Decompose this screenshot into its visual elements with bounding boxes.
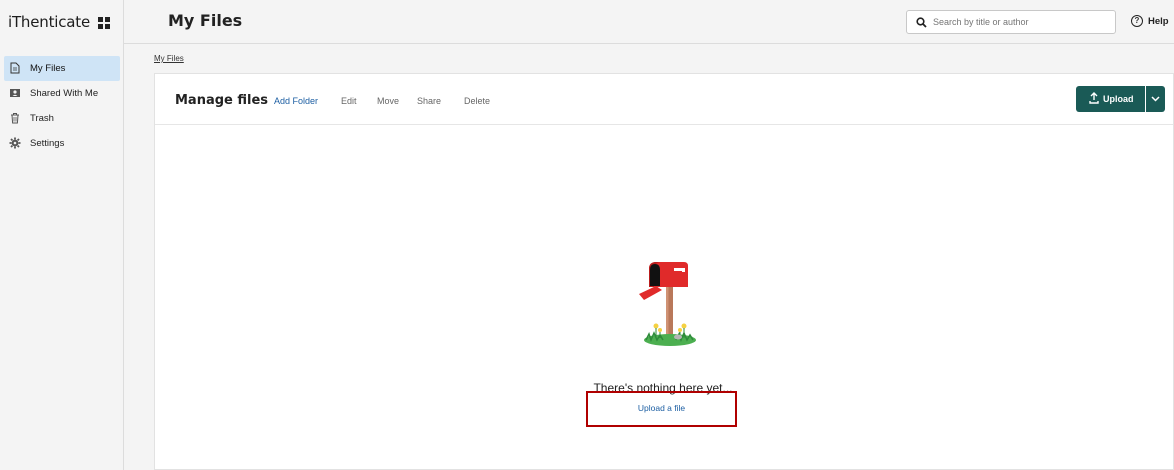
help-label: Help [1148,16,1169,27]
delete-button[interactable]: Delete [464,96,490,106]
sidebar-nav: My Files Shared With Me Trash Settings [0,56,124,156]
move-button[interactable]: Move [377,96,399,106]
upload-file-highlight: Upload a file [586,391,737,427]
search-box[interactable] [906,10,1116,34]
sidebar-item-settings[interactable]: Settings [4,131,120,156]
shared-icon [10,89,20,97]
search-input[interactable] [933,14,1108,30]
sidebar-item-label: My Files [30,63,66,74]
apps-grid-icon[interactable] [98,17,110,29]
upload-button[interactable]: Upload [1076,86,1145,112]
sidebar-item-label: Shared With Me [30,88,99,99]
upload-file-link[interactable]: Upload a file [588,403,735,413]
gear-icon [9,137,21,149]
sidebar-item-trash[interactable]: Trash [4,106,120,131]
brand-header: iThenticate [0,0,124,44]
sidebar-item-shared-with-me[interactable]: Shared With Me [4,81,120,106]
upload-icon [1089,92,1099,104]
add-folder-button[interactable]: Add Folder [274,96,318,106]
mailbox-illustration [639,262,696,346]
sidebar: iThenticate My Files Shared With Me Tras… [0,0,124,470]
brand-logo-text[interactable]: iThenticate [8,13,90,31]
top-header: My Files ? Help [124,0,1174,44]
files-toolbar: Manage files Add Folder Edit Move Share … [155,74,1173,125]
file-icon [10,62,20,74]
upload-label: Upload [1103,94,1134,104]
share-button[interactable]: Share [417,96,441,106]
chevron-down-icon [1151,96,1160,102]
trash-icon [11,113,19,124]
upload-dropdown-button[interactable] [1146,86,1165,112]
page-title: My Files [168,11,243,30]
sidebar-item-label: Settings [30,138,65,149]
manage-files-title: Manage files [175,93,269,108]
breadcrumb[interactable]: My Files [154,54,184,63]
search-icon [916,17,927,28]
edit-button[interactable]: Edit [341,96,357,106]
help-icon: ? [1131,15,1143,27]
sidebar-item-my-files[interactable]: My Files [4,56,120,81]
sidebar-item-label: Trash [30,113,54,124]
